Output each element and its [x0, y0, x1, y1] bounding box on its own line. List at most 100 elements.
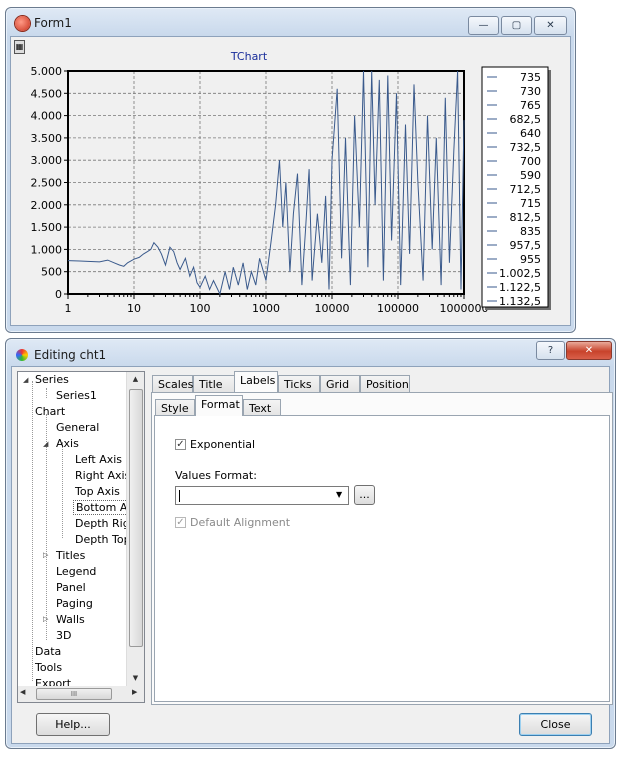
maximize-button[interactable]: ▢	[501, 16, 532, 35]
tree-item-panel[interactable]: Panel	[56, 581, 86, 594]
legend-entry: 735	[520, 71, 541, 84]
values-format-label: Values Format:	[175, 469, 257, 482]
x-tick-label: 10000	[315, 302, 350, 315]
scroll-up-arrow-icon[interactable]: ▲	[127, 372, 144, 387]
y-tick-label: 3.000	[31, 154, 63, 167]
tab-grid[interactable]: Grid	[320, 375, 360, 392]
collapse-arrow-icon[interactable]: ▷	[43, 551, 48, 559]
exponential-label: Exponential	[190, 438, 256, 451]
tree-item-paging[interactable]: Paging	[56, 597, 93, 610]
dialog-close-caption-button[interactable]: ✕	[566, 341, 612, 360]
tree-item-left-axis[interactable]: Left Axis	[75, 453, 122, 466]
chart: TChart 5.000 4.500 4.000 3.500 3.000 2.500 2.0…	[31, 50, 551, 315]
tree-item-axis[interactable]: Axis	[56, 437, 79, 450]
y-axis: 5.000 4.500 4.000 3.500 3.000 2.500 2.000 1.500…	[31, 65, 68, 301]
legend-entry: 590	[520, 169, 541, 182]
y-tick-label: 2.500	[31, 177, 63, 190]
x-tick-label: 1	[65, 302, 72, 315]
legend-entry: 1.122,5	[499, 281, 541, 294]
text-cursor	[179, 490, 180, 502]
dropdown-arrow-icon[interactable]: ▼	[336, 490, 342, 499]
minimize-button[interactable]: —	[468, 16, 499, 35]
tab-labels[interactable]: Labels	[234, 371, 278, 392]
legend-entry: 730	[520, 85, 541, 98]
tree-view[interactable]: ◢ Series Series1 Chart General ◢ Axis Le…	[17, 371, 145, 687]
x-tick-label: 1000000	[440, 302, 489, 315]
tree-item-general[interactable]: General	[56, 421, 99, 434]
tree-item-3d[interactable]: 3D	[56, 629, 71, 642]
chart-title: TChart	[230, 50, 268, 63]
default-alignment-checkbox[interactable]: ✓	[175, 517, 186, 528]
collapse-arrow-icon[interactable]: ▷	[43, 615, 48, 623]
x-tick-label: 100000	[377, 302, 419, 315]
tab-style[interactable]: Style	[155, 399, 195, 416]
legend-entry: 700	[520, 155, 541, 168]
tree-item-walls[interactable]: Walls	[56, 613, 85, 626]
scroll-thumb[interactable]	[129, 389, 143, 647]
window-title: Form1	[34, 16, 72, 30]
tab-format[interactable]: Format	[195, 395, 243, 416]
values-format-ellipsis-button[interactable]: ...	[354, 485, 375, 505]
scroll-left-arrow-icon[interactable]: ◀	[20, 688, 25, 696]
tree-item-chart[interactable]: Chart	[35, 405, 65, 418]
close-dialog-button[interactable]: Close	[519, 713, 592, 736]
tree-item-tools[interactable]: Tools	[35, 661, 62, 674]
y-tick-label: 3.500	[31, 132, 63, 145]
y-tick-label: 4.000	[31, 110, 63, 123]
tree-item-top-axis[interactable]: Top Axis	[75, 485, 120, 498]
tree-item-series1[interactable]: Series1	[56, 389, 97, 402]
tab-position[interactable]: Position	[360, 375, 410, 392]
scroll-h-thumb[interactable]: III	[36, 688, 112, 700]
scroll-right-arrow-icon[interactable]: ▶	[132, 688, 137, 696]
dialog-client: ◢ Series Series1 Chart General ◢ Axis Le…	[11, 366, 613, 744]
legend-entry: 715	[520, 197, 541, 210]
legend-entry: 682,5	[510, 113, 542, 126]
y-tick-label: 1.000	[31, 243, 63, 256]
help-button[interactable]: Help...	[36, 713, 110, 736]
tree-horizontal-scrollbar[interactable]: ◀ III ▶	[17, 686, 145, 703]
app-icon	[15, 16, 30, 31]
x-tick-label: 10	[127, 302, 141, 315]
legend-entry: 640	[520, 127, 541, 140]
legend-entry: 765	[520, 99, 541, 112]
format-panel: ✓ Exponential Values Format: ▼ ... ✓ Def…	[154, 415, 610, 702]
tree-item-bottom-axis[interactable]: Bottom A:	[73, 500, 134, 515]
exponential-checkbox[interactable]: ✓	[175, 439, 186, 450]
tab-scales[interactable]: Scales	[152, 375, 193, 392]
tab-text[interactable]: Text	[243, 399, 281, 416]
x-axis: 1 10 100 1000 10000 100000 1000000	[65, 294, 489, 315]
y-tick-label: 500	[41, 266, 62, 279]
default-alignment-label: Default Alignment	[190, 516, 291, 529]
y-tick-label: 2.000	[31, 199, 63, 212]
legend-entry: 1.002,5	[499, 267, 541, 280]
x-tick-label: 100	[190, 302, 211, 315]
tree-item-data[interactable]: Data	[35, 645, 61, 658]
help-caption-button[interactable]: ?	[536, 341, 565, 360]
expand-arrow-icon[interactable]: ◢	[23, 376, 28, 384]
close-button[interactable]: ✕	[534, 16, 567, 35]
x-tick-label: 1000	[252, 302, 280, 315]
tree-vertical-scrollbar[interactable]: ▲ ▼	[126, 372, 144, 686]
tab-ticks[interactable]: Ticks	[278, 375, 320, 392]
form1-window: Form1 — ▢ ✕ ▦ TChart 5.000 4.500 4.000 3.50…	[5, 7, 576, 333]
legend-entry: 712,5	[510, 183, 542, 196]
tree-item-titles[interactable]: Titles	[56, 549, 85, 562]
tree-item-depth-top[interactable]: Depth Top	[75, 533, 131, 546]
scroll-down-arrow-icon[interactable]: ▼	[127, 671, 144, 686]
tab-title[interactable]: Title	[193, 375, 235, 392]
tree-item-series[interactable]: Series	[35, 373, 69, 386]
dialog-icon	[16, 349, 28, 361]
expand-arrow-icon[interactable]: ◢	[43, 440, 48, 448]
legend-entry: 957,5	[510, 239, 542, 252]
legend-entry: 732,5	[510, 141, 542, 154]
chart-grid	[68, 71, 464, 294]
y-tick-label: 0	[55, 288, 62, 301]
legend-entry: 812,5	[510, 211, 542, 224]
tree-item-legend[interactable]: Legend	[56, 565, 96, 578]
dialog-title: Editing cht1	[34, 348, 107, 362]
y-tick-label: 1.500	[31, 221, 63, 234]
tree-item-right-axis[interactable]: Right Axis	[75, 469, 130, 482]
values-format-combobox[interactable]: ▼	[175, 486, 349, 505]
tree-item-depth-right[interactable]: Depth Rig	[75, 517, 130, 530]
y-tick-label: 4.500	[31, 87, 63, 100]
